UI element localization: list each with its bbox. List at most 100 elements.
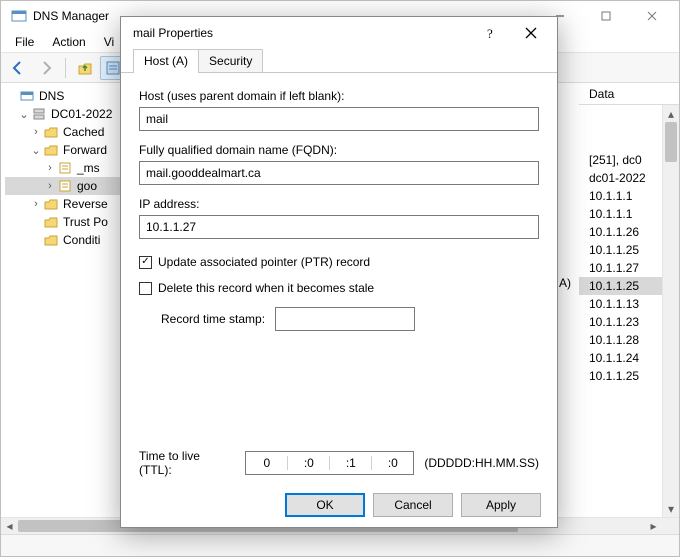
help-button[interactable]: ?: [471, 19, 511, 47]
data-row[interactable]: 10.1.1.23: [579, 313, 662, 331]
data-row[interactable]: dc01-2022: [579, 169, 662, 187]
tree-cached[interactable]: › Cached: [5, 123, 120, 141]
scroll-up-icon[interactable]: ▴: [663, 105, 679, 122]
tree-conditional[interactable]: Conditi: [5, 231, 120, 249]
tree-msdcs[interactable]: › _ms: [5, 159, 120, 177]
dialog-title: mail Properties: [133, 26, 471, 40]
folder-icon: [43, 214, 59, 230]
ttl-row: Time to live (TTL): 0 :0 :1 :0 (DDDDD:HH…: [139, 449, 539, 477]
tab-security[interactable]: Security: [198, 49, 263, 72]
host-input[interactable]: [139, 107, 539, 131]
zone-icon: [57, 160, 73, 176]
close-button[interactable]: [629, 2, 675, 30]
data-row[interactable]: 10.1.1.13: [579, 295, 662, 313]
stamp-label: Record time stamp:: [161, 312, 265, 326]
tree-label: Trust Po: [63, 215, 108, 229]
column-header-data[interactable]: Data: [579, 83, 679, 105]
tree-label: Reverse: [63, 197, 108, 211]
data-row[interactable]: 10.1.1.26: [579, 223, 662, 241]
tree-label: _ms: [77, 161, 100, 175]
stamp-row: Record time stamp:: [161, 307, 539, 331]
svg-text:?: ?: [487, 26, 493, 40]
tab-host-a[interactable]: Host (A): [133, 49, 199, 72]
ptr-checkbox-row[interactable]: ✓ Update associated pointer (PTR) record: [139, 255, 539, 269]
ttl-minutes[interactable]: :1: [330, 456, 372, 470]
data-row[interactable]: 10.1.1.28: [579, 331, 662, 349]
ttl-input[interactable]: 0 :0 :1 :0: [245, 451, 414, 475]
stale-checkbox-row[interactable]: Delete this record when it becomes stale: [139, 281, 539, 295]
ttl-hours[interactable]: :0: [288, 456, 330, 470]
menu-view[interactable]: Vi: [96, 33, 122, 51]
maximize-button[interactable]: [583, 2, 629, 30]
collapse-icon[interactable]: ⌄: [29, 144, 43, 157]
tree-pane[interactable]: DNS ⌄ DC01-2022 › Cached ⌄ Forward › _ms: [1, 83, 121, 517]
tree-label: Cached: [63, 125, 104, 139]
data-column-pane: Data [251], dc0 dc01-2022 10.1.1.1 10.1.…: [579, 83, 679, 517]
close-button[interactable]: [511, 19, 551, 47]
tree-label: DNS: [39, 89, 64, 103]
cancel-button[interactable]: Cancel: [373, 493, 453, 517]
scroll-left-icon[interactable]: ◂: [1, 518, 18, 534]
stamp-input: [275, 307, 415, 331]
data-row[interactable]: 10.1.1.25: [579, 367, 662, 385]
vertical-scrollbar[interactable]: ▴ ▾: [662, 105, 679, 517]
up-folder-button[interactable]: [72, 56, 98, 80]
data-row[interactable]: 10.1.1.25: [579, 241, 662, 259]
tree-dns-root[interactable]: DNS: [5, 87, 120, 105]
menu-file[interactable]: File: [7, 33, 42, 51]
dialog-titlebar: mail Properties ?: [121, 17, 557, 49]
apply-button[interactable]: Apply: [461, 493, 541, 517]
scroll-thumb[interactable]: [665, 122, 677, 162]
data-row[interactable]: 10.1.1.24: [579, 349, 662, 367]
tree-forward[interactable]: ⌄ Forward: [5, 141, 120, 159]
ip-input[interactable]: [139, 215, 539, 239]
host-label: Host (uses parent domain if left blank):: [139, 89, 539, 103]
app-icon: [11, 8, 27, 24]
expand-icon[interactable]: ›: [43, 180, 57, 192]
ttl-format: (DDDDD:HH.MM.SS): [424, 456, 539, 470]
checkbox-unchecked-icon[interactable]: [139, 282, 152, 295]
ptr-label: Update associated pointer (PTR) record: [158, 255, 370, 269]
stale-label: Delete this record when it becomes stale: [158, 281, 374, 295]
back-button[interactable]: [5, 56, 31, 80]
checkbox-checked-icon[interactable]: ✓: [139, 256, 152, 269]
menu-action[interactable]: Action: [44, 33, 93, 51]
expand-icon[interactable]: ›: [29, 198, 43, 210]
scroll-corner: [662, 518, 679, 534]
properties-dialog: mail Properties ? Host (A) Security Host…: [120, 16, 558, 528]
tree-gooddeal[interactable]: › goo: [5, 177, 120, 195]
dialog-tabs: Host (A) Security: [121, 49, 557, 73]
scroll-down-icon[interactable]: ▾: [663, 500, 679, 517]
forward-button[interactable]: [33, 56, 59, 80]
scroll-right-icon[interactable]: ▸: [645, 518, 662, 534]
tree-reverse[interactable]: › Reverse: [5, 195, 120, 213]
data-row[interactable]: 10.1.1.1: [579, 205, 662, 223]
dialog-body: Host (uses parent domain if left blank):…: [121, 73, 557, 483]
server-icon: [31, 106, 47, 122]
tree-label: Conditi: [63, 233, 100, 247]
expand-icon[interactable]: ›: [29, 126, 43, 138]
ip-label: IP address:: [139, 197, 539, 211]
tree-server[interactable]: ⌄ DC01-2022: [5, 105, 120, 123]
ttl-days[interactable]: 0: [246, 456, 288, 470]
statusbar: [1, 534, 679, 556]
folder-icon: [43, 232, 59, 248]
toolbar-divider: [65, 58, 66, 78]
ok-button[interactable]: OK: [285, 493, 365, 517]
fqdn-input: [139, 161, 539, 185]
data-row[interactable]: 10.1.1.25: [579, 277, 662, 295]
tree-label: Forward: [63, 143, 107, 157]
data-row[interactable]: [251], dc0: [579, 151, 662, 169]
ttl-seconds[interactable]: :0: [372, 456, 413, 470]
tree-trust[interactable]: Trust Po: [5, 213, 120, 231]
folder-icon: [43, 124, 59, 140]
list-fragment: A): [559, 276, 571, 290]
data-row[interactable]: 10.1.1.1: [579, 187, 662, 205]
collapse-icon[interactable]: ⌄: [17, 108, 31, 121]
data-row[interactable]: 10.1.1.27: [579, 259, 662, 277]
tree-label: goo: [77, 179, 97, 193]
ttl-label: Time to live (TTL):: [139, 449, 235, 477]
data-list[interactable]: [251], dc0 dc01-2022 10.1.1.1 10.1.1.1 1…: [579, 105, 662, 517]
expand-icon[interactable]: ›: [43, 162, 57, 174]
tree-label: DC01-2022: [51, 107, 112, 121]
